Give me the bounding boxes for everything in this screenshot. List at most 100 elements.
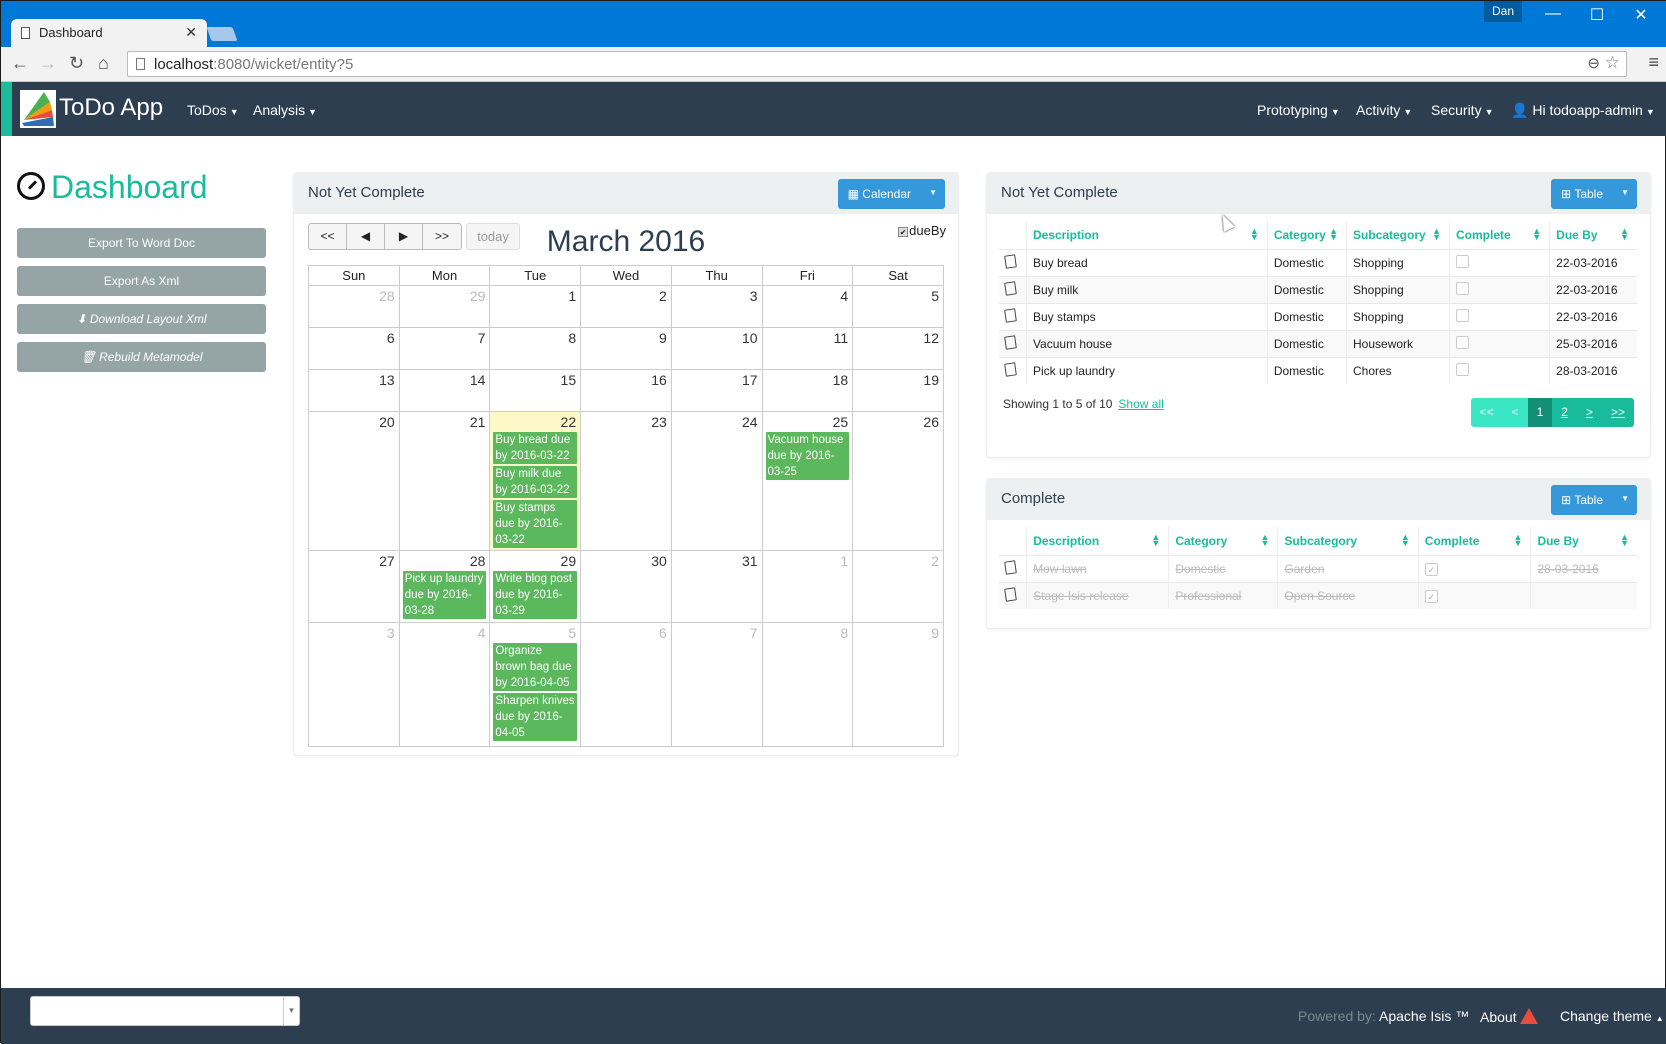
calendar-event[interactable]: Pick up laundry due by 2016-03-28 (402, 571, 487, 619)
calendar-day[interactable]: 17 (670, 369, 763, 412)
row-icon-cell[interactable] (999, 275, 1027, 303)
calendar-day[interactable]: 8 (489, 327, 582, 370)
table-row[interactable]: Buy milk Domestic Shopping 22-03-2016 (999, 275, 1637, 303)
calendar-day[interactable]: 4 (761, 285, 854, 328)
calendar-day[interactable]: 26 (852, 411, 944, 551)
sort-icon[interactable]: ▲ ▼ (1620, 227, 1629, 242)
zoom-icon[interactable]: ⊖ (1587, 54, 1600, 72)
column-header[interactable]: Category ▲ ▼ (1168, 527, 1278, 555)
calendar-day[interactable]: 27 (308, 550, 400, 623)
calendar-day[interactable]: 7 (670, 622, 763, 747)
row-icon-cell[interactable] (999, 329, 1027, 357)
calendar-day[interactable]: 3 (308, 622, 400, 747)
menu-todos[interactable]: ToDos ▼ (187, 102, 239, 118)
pager-page-2[interactable]: 2 (1552, 398, 1577, 427)
table-cell[interactable]: Mow lawn (1026, 554, 1169, 582)
about-link[interactable]: About (1480, 1008, 1539, 1025)
calendar-event[interactable]: Buy milk due by 2016-03-22 (493, 466, 578, 498)
calendar-day[interactable]: 25 Vacuum house due by 2016-03-25 (761, 411, 854, 551)
forward-icon[interactable]: → (39, 53, 57, 74)
sort-icon[interactable]: ▲ ▼ (1620, 533, 1629, 548)
pager-next[interactable]: > (1576, 398, 1602, 427)
calendar-day[interactable]: 14 (398, 369, 491, 412)
browser-user-badge[interactable]: Dan (1484, 1, 1522, 22)
todo-item-icon[interactable] (1004, 587, 1017, 602)
calendar-day[interactable]: 30 (580, 550, 672, 623)
row-icon-cell[interactable] (999, 581, 1027, 609)
column-header[interactable]: Category ▲ ▼ (1266, 221, 1347, 249)
column-header[interactable]: Due By ▲ ▼ (1549, 221, 1637, 249)
calendar-day[interactable]: 29 (398, 285, 491, 328)
sort-icon[interactable]: ▲ ▼ (1514, 533, 1523, 548)
calendar-day[interactable]: 7 (398, 327, 491, 370)
sort-icon[interactable]: ▲ ▼ (1532, 227, 1541, 242)
pager-first[interactable]: << (1470, 398, 1503, 427)
column-header[interactable]: Complete ▲ ▼ (1417, 527, 1531, 555)
row-icon-cell[interactable] (999, 302, 1027, 330)
calendar-day[interactable]: 4 (398, 622, 491, 747)
calendar-day[interactable]: 28 (308, 285, 400, 328)
menu-activity[interactable]: Activity ▼ (1356, 102, 1412, 118)
calendar-day[interactable]: 21 (398, 411, 491, 551)
calendar-day[interactable]: 11 (761, 327, 854, 370)
pager-last[interactable]: >> (1601, 398, 1634, 427)
calendar-day[interactable]: 18 (761, 369, 854, 412)
calendar-day[interactable]: 13 (308, 369, 400, 412)
calendar-event[interactable]: Organize brown bag due by 2016-04-05 (493, 643, 578, 691)
calendar-day[interactable]: 9 (580, 327, 672, 370)
calendar-day[interactable]: 20 (308, 411, 400, 551)
pager-page-1[interactable]: 1 (1527, 398, 1553, 427)
minimize-icon[interactable]: — (1533, 5, 1573, 23)
calendar-day[interactable]: 28 Pick up laundry due by 2016-03-28 (398, 550, 491, 623)
export-xml-button[interactable]: Export As Xml (17, 266, 266, 296)
download-layout-button[interactable]: ⬇ Download Layout Xml (17, 304, 266, 334)
todo-item-icon[interactable] (1004, 334, 1017, 350)
table-view-button[interactable]: ⊞ Table ▼ (1551, 485, 1637, 515)
pager-prev[interactable]: < (1502, 398, 1528, 427)
calendar-day[interactable]: 2 (580, 285, 672, 328)
calendar-day[interactable]: 5 Organize brown bag due by 2016-04-05 Sha… (489, 622, 582, 747)
table-cell[interactable]: Stage Isis release (1026, 581, 1169, 609)
calendar-event[interactable]: Buy bread due by 2016-03-22 (493, 432, 578, 464)
app-logo[interactable] (20, 90, 56, 128)
sort-icon[interactable]: ▲ ▼ (1260, 533, 1269, 548)
calendar-day[interactable]: 31 (670, 550, 763, 623)
table-row[interactable]: Buy stamps Domestic Shopping 22-03-2016 (999, 302, 1637, 330)
table-cell[interactable]: Pick up laundry (1025, 356, 1268, 384)
menu-analysis[interactable]: Analysis ▼ (253, 102, 317, 118)
todo-item-icon[interactable] (1004, 280, 1017, 296)
close-window-icon[interactable]: ✕ (1621, 5, 1661, 25)
maximize-icon[interactable]: ☐ (1577, 5, 1617, 25)
table-row[interactable]: Buy bread Domestic Shopping 22-03-2016 (999, 248, 1637, 276)
footer-select[interactable]: ▼ (30, 996, 300, 1026)
table-cell[interactable]: Vacuum house (1025, 329, 1268, 357)
todo-item-icon[interactable] (1004, 362, 1017, 377)
column-header[interactable]: Subcategory ▲ ▼ (1277, 527, 1419, 555)
back-icon[interactable]: ← (11, 53, 29, 74)
row-icon-cell[interactable] (999, 554, 1027, 582)
reload-icon[interactable]: ↻ (69, 53, 84, 74)
sort-icon[interactable]: ▲ ▼ (1401, 533, 1410, 548)
calendar-event[interactable]: Sharpen knives due by 2016-04-05 (493, 693, 578, 741)
calendar-day[interactable]: 24 (670, 411, 763, 551)
show-all-link[interactable]: Show all (1118, 397, 1163, 411)
sort-icon[interactable]: ▲ ▼ (1432, 227, 1441, 242)
dueby-filter[interactable]: ✔ dueBy (898, 223, 946, 238)
calendar-day[interactable]: 29 Write blog post due by 2016-03-29 (489, 550, 582, 623)
sort-icon[interactable]: ▲ ▼ (1250, 227, 1259, 242)
url-input[interactable]: localhost:8080/wicket/entity?5 ⊖ ☆ (127, 51, 1627, 77)
calendar-view-button[interactable]: ▦ Calendar ▼ (837, 179, 945, 209)
table-row[interactable]: Pick up laundry Domestic Chores 28-03-2016 (999, 356, 1637, 384)
todo-item-icon[interactable] (1004, 253, 1017, 269)
column-header[interactable]: Complete ▲ ▼ (1449, 221, 1550, 249)
column-header[interactable]: Due By ▲ ▼ (1530, 527, 1637, 555)
apache-isis-link[interactable]: Apache Isis ™ (1379, 1008, 1469, 1024)
calendar-day[interactable]: 15 (489, 369, 582, 412)
close-tab-icon[interactable]: ✕ (185, 24, 197, 41)
calendar-day[interactable]: 10 (670, 327, 763, 370)
calendar-event[interactable]: Buy stamps due by 2016-03-22 (493, 500, 578, 548)
menu-prototyping[interactable]: Prototyping ▼ (1257, 102, 1340, 118)
column-header[interactable]: Subcategory ▲ ▼ (1345, 221, 1450, 249)
dropdown-arrow-icon[interactable]: ▼ (283, 997, 299, 1025)
calendar-day[interactable]: 5 (852, 285, 944, 328)
